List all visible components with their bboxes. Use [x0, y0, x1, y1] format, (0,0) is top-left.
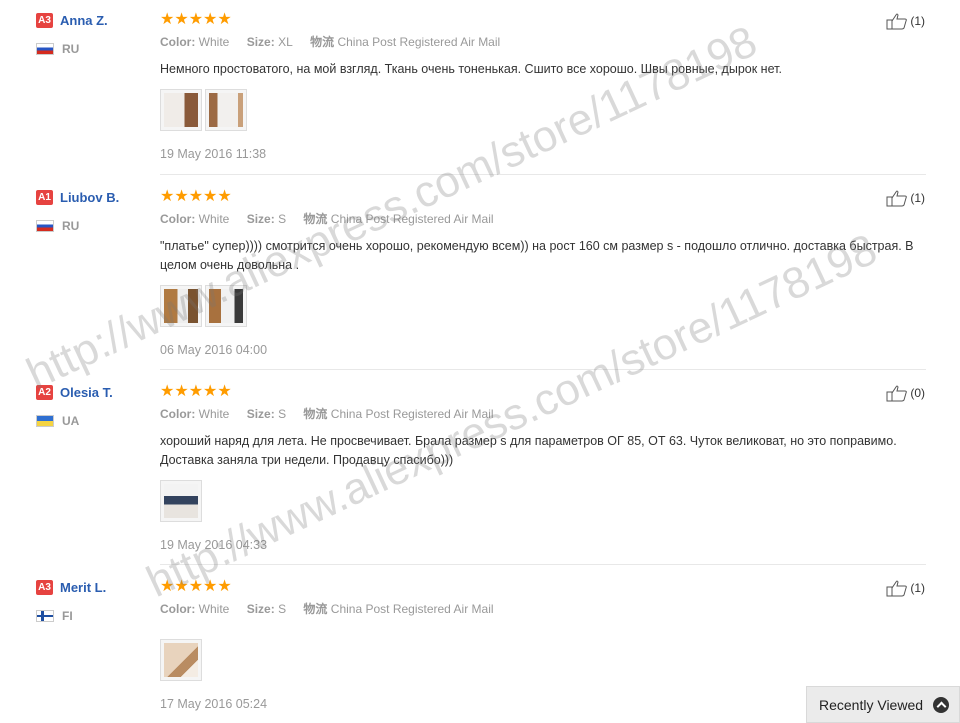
recently-viewed-button[interactable]: Recently Viewed — [806, 686, 960, 723]
review-date: 19 May 2016 11:38 — [160, 147, 267, 161]
review-content: ★★★★★ Color: White Size: S 物流 China Post… — [160, 384, 920, 552]
review-photo-thumb[interactable] — [160, 285, 202, 327]
review-divider — [160, 564, 926, 565]
reviewer-info: A3 Merit L. FI — [36, 579, 106, 622]
reviewer-info: A3 Anna Z. RU — [36, 12, 108, 55]
buyer-level-badge: A2 — [36, 385, 53, 401]
review-divider — [160, 174, 926, 175]
thumbs-up-icon[interactable] — [886, 12, 908, 30]
recently-viewed-label: Recently Viewed — [819, 697, 924, 713]
buyer-level-badge: A3 — [36, 13, 53, 29]
review-text: Немного простоватого, на мой взгляд. Тка… — [160, 62, 782, 76]
order-attributes: Color: White Size: S 物流 China Post Regis… — [160, 407, 494, 421]
thumbs-up-icon[interactable] — [886, 189, 908, 207]
reviewer-info: A1 Liubov B. RU — [36, 189, 119, 232]
reviewer-country: RU — [36, 42, 108, 55]
order-attributes: Color: White Size: S 物流 China Post Regis… — [160, 602, 494, 616]
buyer-level-badge: A3 — [36, 580, 53, 596]
review-photo-thumb[interactable] — [205, 89, 247, 131]
reviewer-country: UA — [36, 414, 113, 427]
reviewer-name-link[interactable]: Liubov B. — [60, 190, 119, 205]
review-photo-thumb[interactable] — [205, 285, 247, 327]
reviewer-country: RU — [36, 219, 119, 232]
order-attributes: Color: White Size: S 物流 China Post Regis… — [160, 212, 494, 226]
chevron-up-icon — [933, 697, 949, 713]
review-photo-thumb[interactable] — [160, 639, 202, 681]
star-rating: ★★★★★ — [160, 188, 232, 205]
reviewer-info: A2 Olesia T. UA — [36, 384, 113, 427]
helpful-vote[interactable]: (1) — [886, 579, 925, 597]
review-text: "платье" супер)))) смотрится очень хорош… — [160, 239, 914, 272]
review-content: ★★★★★ Color: White Size: S 物流 China Post… — [160, 189, 920, 357]
reviewer-name-link[interactable]: Anna Z. — [60, 13, 108, 28]
helpful-vote[interactable]: (0) — [886, 384, 925, 402]
order-attributes: Color: White Size: XL 物流 China Post Regi… — [160, 35, 501, 49]
ukraine-flag-icon — [36, 414, 54, 427]
reviewer-name-link[interactable]: Merit L. — [60, 580, 106, 595]
review-content: ★★★★★ Color: White Size: XL 物流 China Pos… — [160, 12, 920, 161]
review-photo-thumb[interactable] — [160, 89, 202, 131]
thumbs-up-icon[interactable] — [886, 579, 908, 597]
thumbs-up-icon[interactable] — [886, 384, 908, 402]
review-text: хороший наряд для лета. Не просвечивает.… — [160, 434, 897, 467]
finland-flag-icon — [36, 609, 54, 622]
review-photos — [160, 285, 920, 327]
star-rating: ★★★★★ — [160, 383, 232, 400]
star-rating: ★★★★★ — [160, 578, 232, 595]
review-date: 19 May 2016 04:33 — [160, 538, 268, 552]
reviewer-country: FI — [36, 609, 106, 622]
review-photos — [160, 480, 920, 522]
review-photo-thumb[interactable] — [160, 480, 202, 522]
helpful-vote[interactable]: (1) — [886, 189, 925, 207]
review-photos — [160, 639, 920, 681]
star-rating: ★★★★★ — [160, 11, 232, 28]
buyer-level-badge: A1 — [36, 190, 53, 206]
review-date: 06 May 2016 04:00 — [160, 343, 268, 357]
russia-flag-icon — [36, 219, 54, 232]
helpful-vote[interactable]: (1) — [886, 12, 925, 30]
reviewer-name-link[interactable]: Olesia T. — [60, 385, 113, 400]
russia-flag-icon — [36, 42, 54, 55]
review-divider — [160, 369, 926, 370]
review-photos — [160, 89, 920, 131]
